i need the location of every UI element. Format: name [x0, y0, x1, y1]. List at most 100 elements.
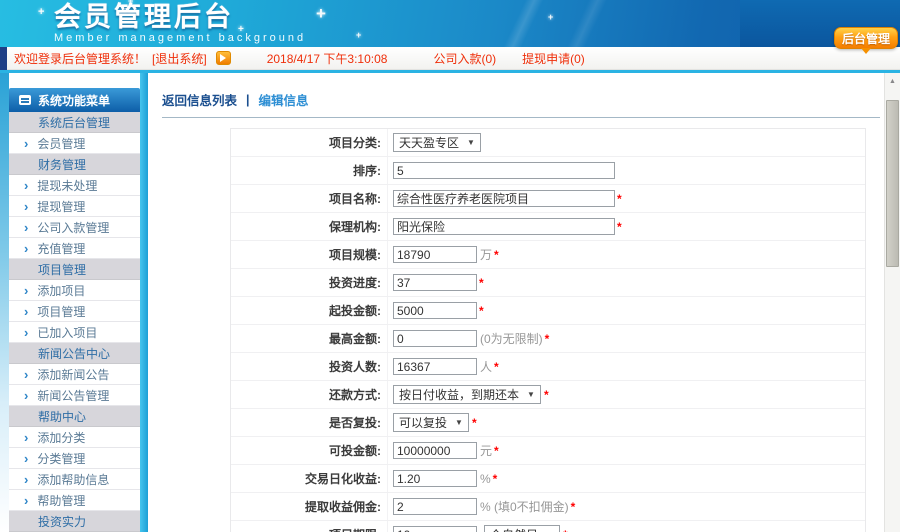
sparkle-icon: +: [38, 6, 44, 18]
chevron-right-icon: ›: [24, 137, 28, 150]
sidebar-link-item[interactable]: › 新闻公告管理: [9, 385, 140, 406]
sidebar-link-item[interactable]: ›添加项目: [9, 280, 140, 301]
sidebar-link-item[interactable]: › 提现管理: [9, 196, 140, 217]
required-asterisk: *: [571, 500, 576, 514]
required-asterisk: *: [494, 444, 499, 458]
text-input[interactable]: [393, 442, 477, 459]
form-row: 项目分类:天天盈专区▼: [231, 129, 865, 157]
text-input[interactable]: [393, 470, 477, 487]
divider-vertical: [140, 73, 148, 532]
sidebar-item-label: 新闻公告管理: [37, 387, 109, 404]
sidebar: 系统功能菜单 系统后台管理 › 会员管理财务管理 ›提现未处理 › 提现管理 ›公司入款管理…: [9, 73, 140, 532]
form-row: 排序:: [231, 157, 865, 185]
sidebar-item-label: 添加分类: [37, 429, 85, 446]
edit-form: 项目分类:天天盈专区▼排序:项目名称:*保理机构:*项目规模:万*投资进度:*起…: [230, 128, 866, 532]
sidebar-section-item[interactable]: 财务管理: [9, 154, 140, 175]
sidebar-section-item[interactable]: 系统后台管理: [9, 112, 140, 133]
sidebar-link-item[interactable]: › 添加分类: [9, 427, 140, 448]
sidebar-link-item[interactable]: ›添加新闻公告: [9, 364, 140, 385]
text-input[interactable]: [393, 246, 477, 263]
app-logo: 会员管理后台 Member management background: [54, 2, 306, 44]
logout-link[interactable]: [退出系统]: [152, 50, 207, 67]
required-asterisk: *: [494, 360, 499, 374]
chevron-right-icon: ›: [24, 494, 28, 507]
sidebar-header: 系统功能菜单: [9, 88, 140, 112]
field-label: 最高金额:: [231, 325, 388, 352]
sidebar-link-item[interactable]: ›公司入款管理: [9, 217, 140, 238]
dropdown-select[interactable]: 可以复投▼: [393, 413, 469, 432]
field-label: 提取收益佣金:: [231, 493, 388, 520]
chevron-right-icon: ›: [24, 200, 28, 213]
text-input[interactable]: [393, 218, 615, 235]
dropdown-select[interactable]: 按日付收益，到期还本▼: [393, 385, 541, 404]
sidebar-item-label: 提现管理: [37, 198, 85, 215]
field-area: %*: [388, 465, 865, 492]
required-asterisk: *: [617, 192, 622, 206]
field-area: 个自然日▼*: [388, 521, 865, 532]
text-input[interactable]: [393, 274, 477, 291]
text-input[interactable]: [393, 526, 477, 532]
sidebar-item-label: 会员管理: [37, 135, 85, 152]
sidebar-link-item[interactable]: ›已加入项目: [9, 322, 140, 343]
form-row: 起投金额:*: [231, 297, 865, 325]
scroll-up-icon[interactable]: ▲: [885, 73, 900, 89]
field-area: *: [388, 297, 865, 324]
company-deposit-link[interactable]: 公司入款(0): [433, 50, 496, 67]
sidebar-link-item[interactable]: › 会员管理: [9, 133, 140, 154]
field-area: (0为无限制)*: [388, 325, 865, 352]
chevron-right-icon: ›: [24, 389, 28, 402]
back-to-list-link[interactable]: 返回信息列表: [162, 90, 237, 109]
sidebar-link-item[interactable]: ›添加帮助信息: [9, 469, 140, 490]
field-area: 可以复投▼*: [388, 409, 865, 436]
chevron-right-icon: ›: [24, 242, 28, 255]
text-input[interactable]: [393, 330, 477, 347]
edit-info-tab[interactable]: 编辑信息: [259, 90, 309, 109]
chevron-right-icon: ›: [24, 473, 28, 486]
text-input[interactable]: [393, 498, 477, 515]
sidebar-section-item[interactable]: 项目管理: [9, 259, 140, 280]
text-input[interactable]: [393, 358, 477, 375]
text-input[interactable]: [393, 190, 615, 207]
text-input[interactable]: [393, 162, 615, 179]
sidebar-section-item[interactable]: 新闻公告中心: [9, 343, 140, 364]
sidebar-section-item[interactable]: 投资实力: [9, 511, 140, 532]
sidebar-item-label: 已加入项目: [37, 324, 97, 341]
left-edge-strip: [0, 73, 9, 532]
sidebar-link-item[interactable]: ›充值管理: [9, 238, 140, 259]
field-area: *: [388, 185, 865, 212]
speaker-icon[interactable]: [216, 51, 231, 65]
sidebar-item-label: 项目管理: [38, 261, 86, 278]
app-banner: + + + + + + 会员管理后台 Member management bac…: [0, 0, 900, 47]
scrollbar[interactable]: ▲: [884, 73, 900, 532]
dropdown-select[interactable]: 天天盈专区▼: [393, 133, 481, 152]
form-row: 提取收益佣金:% (填0不扣佣金)*: [231, 493, 865, 521]
app-subtitle: Member management background: [54, 32, 306, 44]
sidebar-section-item[interactable]: 帮助中心: [9, 406, 140, 427]
sidebar-link-item[interactable]: ›分类管理: [9, 448, 140, 469]
required-asterisk: *: [545, 332, 550, 346]
field-hint: (0为无限制): [480, 330, 543, 347]
sidebar-link-item[interactable]: ›提现未处理: [9, 175, 140, 196]
sidebar-item-label: 新闻公告中心: [38, 345, 110, 362]
withdraw-request-link[interactable]: 提现申请(0): [522, 50, 585, 67]
form-row: 投资进度:*: [231, 269, 865, 297]
sidebar-link-item[interactable]: ›项目管理: [9, 301, 140, 322]
field-label: 是否复投:: [231, 409, 388, 436]
admin-manage-button[interactable]: 后台管理: [834, 27, 898, 49]
sidebar-title: 系统功能菜单: [38, 92, 110, 109]
sidebar-item-label: 财务管理: [38, 156, 86, 173]
sidebar-link-item[interactable]: ›帮助管理: [9, 490, 140, 511]
menu-icon: [19, 95, 31, 105]
field-hint: 万: [480, 246, 492, 263]
form-row: 可投金额:元*: [231, 437, 865, 465]
sidebar-menu: 系统后台管理 › 会员管理财务管理 ›提现未处理 › 提现管理 ›公司入款管理›充值管理项目…: [9, 112, 140, 532]
app-title: 会员管理后台: [54, 2, 306, 32]
required-asterisk: *: [617, 220, 622, 234]
scrollbar-thumb[interactable]: [886, 100, 899, 267]
welcome-text: 欢迎登录后台管理系统！: [14, 50, 146, 67]
dropdown-select[interactable]: 个自然日▼: [484, 525, 560, 532]
chevron-right-icon: ›: [24, 431, 28, 444]
required-asterisk: *: [472, 416, 477, 430]
text-input[interactable]: [393, 302, 477, 319]
breadcrumb-separator: |: [246, 93, 250, 107]
